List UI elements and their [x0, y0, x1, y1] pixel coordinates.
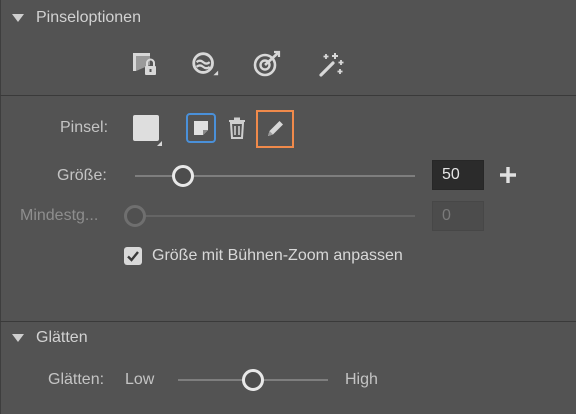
new-brush-icon — [194, 121, 208, 135]
zoom-checkbox[interactable] — [124, 247, 142, 265]
smoothing-high-label: High — [345, 371, 378, 388]
edit-brush-button[interactable] — [256, 110, 294, 148]
dropdown-corner-icon — [157, 141, 162, 146]
section-title: Glätten — [36, 329, 88, 346]
magic-wand-icon[interactable] — [316, 49, 346, 79]
min-size-input[interactable]: 0 — [432, 201, 484, 231]
zoom-checkbox-label[interactable]: Größe mit Bühnen-Zoom anpassen — [152, 247, 403, 265]
trash-icon[interactable] — [226, 116, 248, 140]
target-brush-icon[interactable] — [252, 49, 282, 79]
smoothing-header[interactable]: Glätten — [0, 322, 576, 354]
lock-brush-icon[interactable] — [130, 49, 160, 79]
divider — [0, 95, 576, 96]
brush-preview-swatch[interactable] — [133, 115, 159, 141]
brush-options-header[interactable]: Pinseloptionen — [0, 2, 576, 34]
smoothing-label: Glätten: — [48, 371, 105, 388]
new-brush-button[interactable] — [186, 113, 216, 143]
size-label: Größe: — [57, 167, 107, 184]
brush-mode-icon[interactable] — [190, 49, 220, 79]
min-size-slider-track[interactable] — [135, 215, 415, 217]
collapse-triangle-icon[interactable] — [12, 14, 24, 22]
smoothing-slider-knob[interactable] — [242, 369, 264, 391]
min-size-slider-knob[interactable] — [124, 205, 146, 227]
size-slider-knob[interactable] — [171, 165, 194, 187]
pencil-icon — [268, 121, 283, 136]
brush-label: Pinsel: — [60, 119, 109, 136]
smoothing-low-label: Low — [125, 371, 155, 388]
collapse-triangle-icon[interactable] — [12, 334, 24, 342]
min-size-label: Mindestg... — [20, 207, 99, 224]
plus-icon[interactable] — [498, 165, 518, 185]
section-title: Pinseloptionen — [36, 9, 141, 26]
checkmark-icon — [127, 251, 139, 262]
size-input[interactable]: 50 — [432, 160, 484, 190]
